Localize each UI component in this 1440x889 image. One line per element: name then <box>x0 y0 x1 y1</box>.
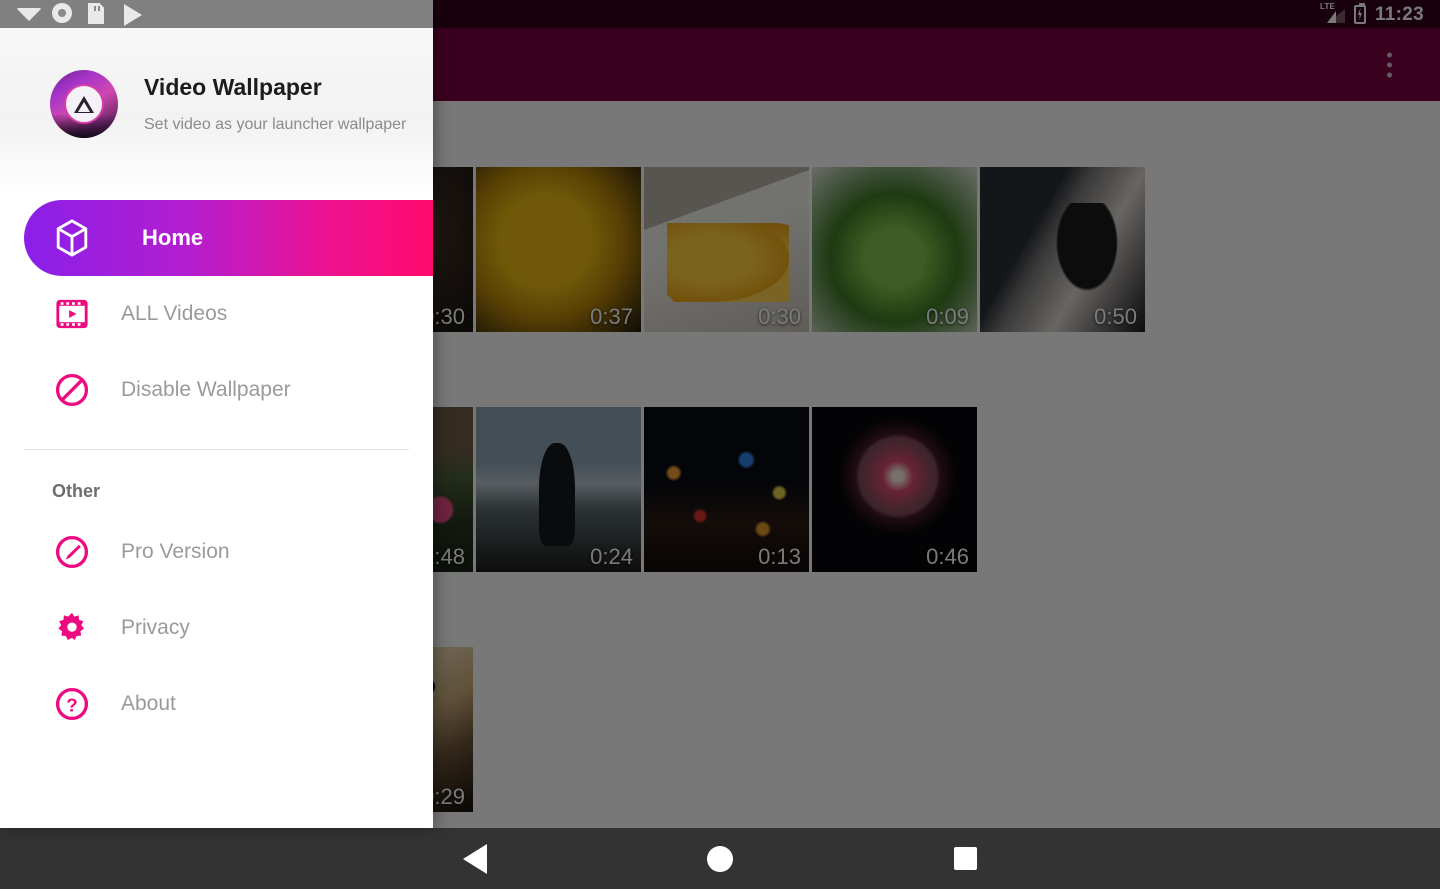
sidebar-item-about[interactable]: ? About <box>0 666 433 742</box>
drawer-other-list: Pro Version Privacy? About <box>0 500 433 742</box>
cube-icon-wrap <box>50 218 94 258</box>
drawer-header: Video Wallpaper Set video as your launch… <box>0 28 433 196</box>
drawer-section-title: Other <box>52 481 101 501</box>
sidebar-item-label: About <box>121 692 176 715</box>
android-nav-bar <box>0 828 1440 889</box>
gear-icon-wrap <box>50 610 94 646</box>
sidebar-item-label: Pro Version <box>121 540 230 563</box>
app-logo <box>50 70 118 138</box>
film-play-icon-wrap <box>50 297 94 331</box>
recents-button[interactable] <box>935 836 995 882</box>
pro-badge-icon <box>54 534 90 570</box>
sidebar-item-label: ALL Videos <box>121 302 228 325</box>
sidebar-item-privacy[interactable]: Privacy <box>0 590 433 666</box>
square-recents-icon <box>953 847 977 870</box>
back-button[interactable] <box>445 836 505 882</box>
sidebar-item-pro-version[interactable]: Pro Version <box>0 514 433 590</box>
question-circle-icon: ? <box>54 686 90 722</box>
drawer-status-bar <box>0 0 433 28</box>
block-icon-wrap <box>50 372 94 408</box>
screen-recording-icon <box>52 3 74 25</box>
home-button[interactable] <box>690 836 750 882</box>
navigation-drawer: Video Wallpaper Set video as your launch… <box>0 0 433 828</box>
wifi-icon <box>16 3 42 25</box>
sd-card-icon <box>88 3 110 25</box>
svg-text:?: ? <box>66 695 77 716</box>
sidebar-item-disable-wallpaper[interactable]: Disable Wallpaper <box>0 352 433 428</box>
question-circle-icon-wrap: ? <box>50 686 94 722</box>
block-icon <box>54 372 90 408</box>
triangle-back-icon <box>463 843 487 874</box>
sidebar-item-label: Disable Wallpaper <box>121 378 291 401</box>
app-subtitle: Set video as your launcher wallpaper <box>144 115 407 133</box>
film-play-icon <box>55 297 89 331</box>
screen-root: LTE 11:23 0:300:370:300:090:50 1:480:240… <box>0 0 1440 889</box>
circle-home-icon <box>707 845 733 872</box>
sidebar-item-label: Privacy <box>121 616 190 639</box>
play-store-icon <box>124 3 146 26</box>
sidebar-item-all-videos[interactable]: ALL Videos <box>0 276 433 352</box>
pro-badge-icon-wrap <box>50 534 94 570</box>
cube-icon <box>54 218 90 258</box>
gear-icon <box>54 610 90 646</box>
drawer-nav-list: Home ALL Videos Disable Wallpaper <box>0 196 433 428</box>
sidebar-item-home[interactable]: Home <box>24 200 433 276</box>
app-title: Video Wallpaper <box>144 74 322 100</box>
sidebar-item-label: Home <box>142 225 204 250</box>
